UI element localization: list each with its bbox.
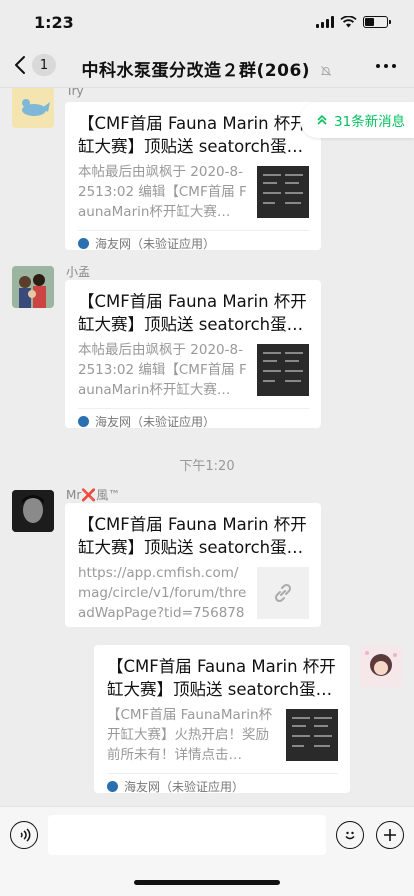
chat-title-text: 中科水泵蛋分改造２群(206) (81, 61, 311, 81)
app-logo-icon (107, 781, 118, 792)
card-thumbnail (286, 709, 338, 761)
sender-name: 小孟 (66, 265, 91, 279)
card-title: 【CMF首届 Fauna Marin 杯开缸大赛】顶贴送 seatorch蛋… (78, 292, 307, 334)
card-description: 【CMF首届 FaunaMarin杯开缸大赛】火热开启！奖励前所未有！详情点击… (107, 707, 273, 763)
chat-area[interactable]: Try 【CMF首届 Fauna Marin 杯开缸大赛】顶贴送 seatorc… (0, 88, 414, 808)
avatar[interactable] (12, 88, 54, 128)
avatar[interactable] (360, 645, 402, 687)
card-footer: 海友网（未验证应用） (78, 408, 309, 434)
signal-icon (316, 16, 334, 28)
app-logo-icon (78, 238, 89, 249)
card-description: 本帖最后由飒枫于 2020-8-2513:02 编辑【CMF首届 FaunaMa… (78, 164, 247, 220)
card-description: https://app.cmfish.com/mag/circle/v1/for… (78, 565, 247, 621)
message-input[interactable] (48, 815, 326, 855)
status-time: 1:23 (34, 12, 74, 32)
card-thumbnail (257, 344, 309, 396)
card-description: 本帖最后由飒枫于 2020-8-2513:02 编辑【CMF首届 FaunaMa… (78, 342, 247, 398)
link-card[interactable]: 【CMF首届 Fauna Marin 杯开缸大赛】顶贴送 seatorch蛋… … (65, 280, 321, 429)
link-card[interactable]: 【CMF首届 Fauna Marin 杯开缸大赛】顶贴送 seatorch蛋… … (65, 503, 321, 627)
emoji-icon[interactable] (336, 821, 364, 849)
status-icons (316, 16, 391, 28)
battery-icon (363, 16, 391, 28)
link-icon (257, 567, 309, 619)
card-title: 【CMF首届 Fauna Marin 杯开缸大赛】顶贴送 seatorch蛋… (78, 515, 307, 557)
app-logo-icon (78, 416, 89, 427)
card-footer: 海友网（未验证应用） (107, 773, 338, 799)
card-source: 海友网（未验证应用） (95, 237, 216, 251)
sender-name: Try (66, 88, 84, 98)
home-indicator[interactable] (134, 880, 280, 885)
card-thumbnail (257, 166, 309, 218)
new-messages-label: 31条新消息 (334, 114, 406, 130)
more-icon[interactable] (376, 64, 396, 68)
time-separator: 下午1:20 (179, 459, 235, 474)
link-card[interactable]: 【CMF首届 Fauna Marin 杯开缸大赛】顶贴送 seatorch蛋… … (94, 645, 350, 794)
wifi-icon (340, 16, 357, 28)
bell-off-icon (321, 66, 332, 76)
card-source: 海友网（未验证应用） (95, 415, 216, 429)
sender-name: Mr❌風™ (66, 488, 121, 502)
new-messages-button[interactable]: 31条新消息 (300, 102, 414, 138)
card-footer: 海友网（未验证应用） (78, 230, 309, 256)
double-chevron-up-icon (317, 114, 327, 125)
card-source: 海友网（未验证应用） (124, 780, 245, 794)
plus-icon[interactable] (376, 821, 404, 849)
chat-title[interactable]: 中科水泵蛋分改造２群(206) (0, 56, 414, 81)
avatar[interactable] (12, 490, 54, 532)
avatar[interactable] (12, 266, 54, 308)
card-title: 【CMF首届 Fauna Marin 杯开缸大赛】顶贴送 seatorch蛋… (78, 114, 307, 156)
nav-bar: 1 中科水泵蛋分改造２群(206) (0, 44, 414, 88)
link-card[interactable]: 【CMF首届 Fauna Marin 杯开缸大赛】顶贴送 seatorch蛋… … (65, 102, 321, 251)
status-bar: 1:23 (0, 0, 414, 44)
voice-icon[interactable] (10, 821, 38, 849)
card-title: 【CMF首届 Fauna Marin 杯开缸大赛】顶贴送 seatorch蛋… (107, 657, 336, 699)
